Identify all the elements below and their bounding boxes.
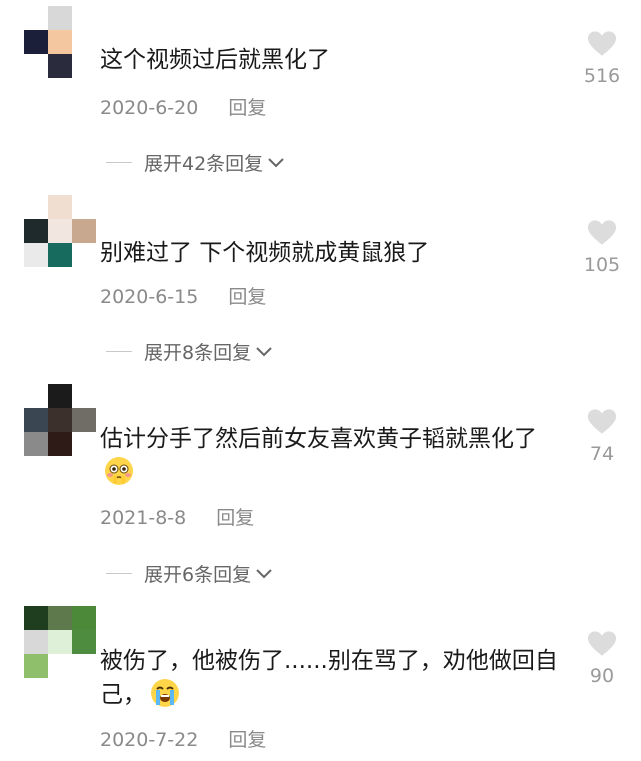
comment-meta: 2020-7-22 回复 (100, 725, 266, 752)
heart-icon (587, 409, 617, 434)
like-count: 516 (583, 65, 621, 87)
comment-date: 2020-7-22 (100, 729, 199, 751)
heart-icon (587, 631, 617, 656)
expand-replies-label: 展开8条回复 (144, 342, 252, 364)
avatar-pixel (48, 6, 72, 30)
avatar-pixel (72, 654, 96, 678)
comment-meta: 2020-6-15 回复 (100, 282, 266, 309)
expand-replies-button[interactable]: 展开8条回复 (106, 338, 273, 365)
avatar-pixel (48, 219, 72, 243)
avatar-pixel (72, 384, 96, 408)
avatar[interactable] (24, 6, 96, 78)
avatar-pixel (24, 432, 48, 456)
comment-text-content: 估计分手了然后前女友喜欢黄子韬就黑化了 (100, 426, 537, 452)
avatar-pixel (48, 432, 72, 456)
avatar-pixel (48, 195, 72, 219)
avatar-pixel (72, 630, 96, 654)
avatar-pixel (72, 30, 96, 54)
comment-text: 别难过了 下个视频就成黄鼠狼了 (100, 240, 430, 266)
comment-date: 2020-6-15 (100, 286, 199, 308)
avatar-pixel (72, 219, 96, 243)
reply-button[interactable]: 回复 (228, 286, 266, 308)
like-button[interactable]: 90 (580, 630, 624, 687)
avatar-pixel (48, 630, 72, 654)
avatar-pixel (48, 243, 72, 267)
reply-button[interactable]: 回复 (216, 507, 254, 529)
avatar-pixel (48, 384, 72, 408)
avatar-pixel (48, 654, 72, 678)
avatar[interactable] (24, 384, 96, 456)
comment-meta: 2021-8-8 回复 (100, 503, 254, 530)
comment-date: 2021-8-8 (100, 507, 187, 529)
comment-text: 被伤了，他被伤了......别在骂了，劝他做回自己， (100, 645, 560, 712)
chevron-down-icon (256, 346, 272, 356)
reply-button[interactable]: 回复 (228, 729, 266, 751)
avatar-pixel (24, 6, 48, 30)
avatar[interactable] (24, 195, 96, 267)
avatar-pixel (72, 243, 96, 267)
avatar-pixel (48, 606, 72, 630)
like-button[interactable]: 74 (580, 408, 624, 465)
comment-text: 估计分手了然后前女友喜欢黄子韬就黑化了 (100, 423, 560, 490)
avatar-pixel (24, 630, 48, 654)
avatar-pixel (24, 219, 48, 243)
reply-button[interactable]: 回复 (228, 97, 266, 119)
avatar-pixel (72, 432, 96, 456)
chevron-down-icon (268, 157, 284, 167)
avatar-pixel (24, 606, 48, 630)
comment-date: 2020-6-20 (100, 97, 199, 119)
avatar-pixel (72, 606, 96, 630)
divider (106, 162, 132, 163)
expand-replies-button[interactable]: 展开42条回复 (106, 149, 285, 176)
divider (106, 351, 132, 352)
avatar-pixel (24, 654, 48, 678)
avatar-pixel (48, 54, 72, 78)
comment-text: 这个视频过后就黑化了 (100, 47, 330, 73)
avatar-pixel (72, 408, 96, 432)
like-count: 90 (589, 665, 615, 687)
avatar-pixel (72, 195, 96, 219)
avatar-pixel (24, 54, 48, 78)
heart-icon (587, 220, 617, 245)
comment-meta: 2020-6-20 回复 (100, 93, 266, 120)
expand-replies-button[interactable]: 展开6条回复 (106, 560, 273, 587)
heart-icon (587, 31, 617, 56)
avatar-pixel (24, 408, 48, 432)
avatar-pixel (24, 30, 48, 54)
divider (106, 573, 132, 574)
crying-face-emoji-icon (151, 679, 179, 707)
avatar-pixel (24, 195, 48, 219)
chevron-down-icon (256, 568, 272, 578)
avatar[interactable] (24, 606, 96, 678)
avatar-pixel (24, 384, 48, 408)
like-count: 74 (589, 443, 615, 465)
avatar-pixel (24, 243, 48, 267)
expand-replies-label: 展开42条回复 (144, 153, 264, 175)
like-button[interactable]: 516 (580, 30, 624, 87)
avatar-pixel (72, 54, 96, 78)
flushed-face-emoji-icon (105, 457, 133, 485)
avatar-pixel (48, 408, 72, 432)
avatar-pixel (72, 6, 96, 30)
expand-replies-label: 展开6条回复 (144, 564, 252, 586)
like-button[interactable]: 105 (580, 219, 624, 276)
avatar-pixel (48, 30, 72, 54)
like-count: 105 (583, 254, 621, 276)
